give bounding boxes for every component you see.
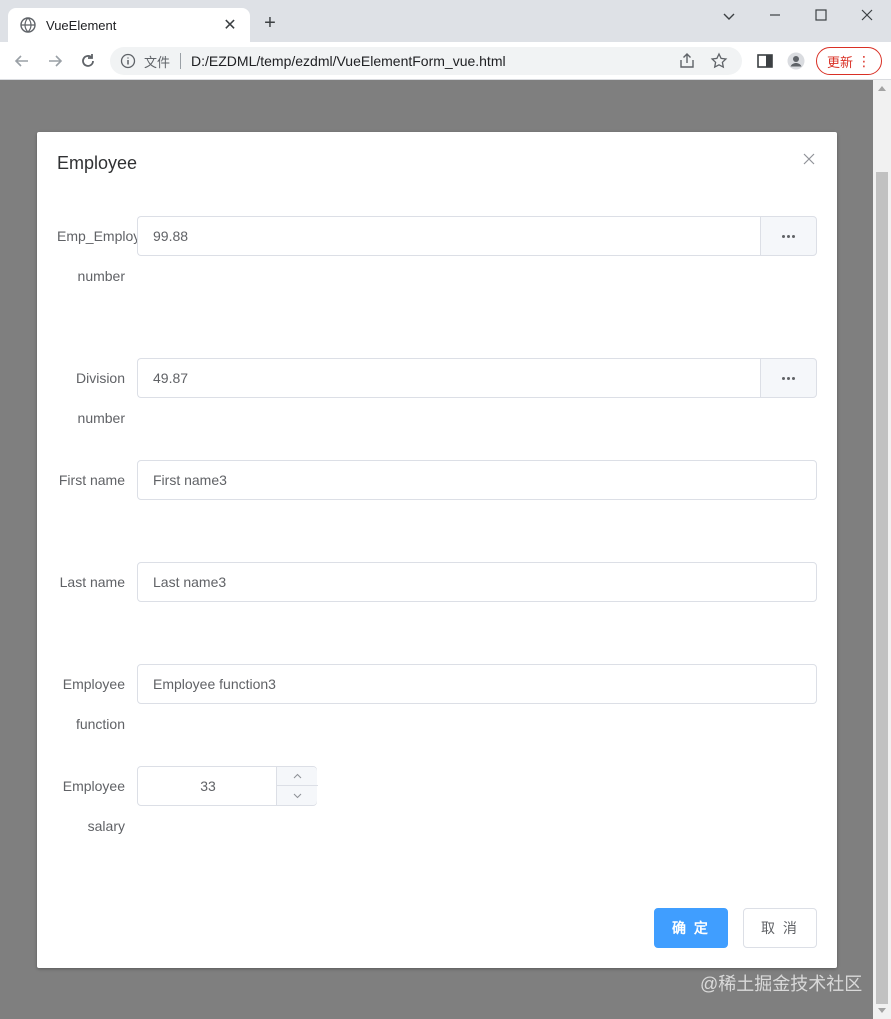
back-icon[interactable] xyxy=(12,51,32,71)
stepper-controls xyxy=(276,767,318,805)
watermark: @稀土掘金技术社区 xyxy=(700,974,863,994)
scrollbar-thumb[interactable] xyxy=(876,172,888,1004)
page-scrollbar[interactable] xyxy=(873,80,891,1019)
scroll-up-arrow-icon[interactable] xyxy=(878,86,886,91)
browser-toolbar: 文件 D:/EZDML/temp/ezdml/VueElementForm_vu… xyxy=(0,42,891,80)
globe-icon xyxy=(20,17,36,33)
decrease-button[interactable] xyxy=(277,786,318,805)
url-text[interactable]: D:/EZDML/temp/ezdml/VueElementForm_vue.h… xyxy=(191,53,678,69)
employee-dialog: Employee Emp_Employee number 99.88 Divis… xyxy=(37,132,837,968)
field-label: Employee function xyxy=(62,676,125,732)
more-horizontal-icon xyxy=(782,376,795,380)
scroll-down-arrow-icon[interactable] xyxy=(878,1008,886,1013)
last-name-input[interactable]: Last name3 xyxy=(137,562,817,602)
minimize-icon[interactable] xyxy=(764,6,786,26)
division-number-lookup-button[interactable] xyxy=(760,358,817,398)
profile-avatar-icon[interactable] xyxy=(787,52,805,70)
close-tab-icon[interactable]: ✕ xyxy=(222,15,238,35)
star-icon[interactable] xyxy=(710,52,728,70)
confirm-button[interactable]: 确 定 xyxy=(654,908,728,948)
update-button[interactable]: 更新 ⋮ xyxy=(816,47,882,75)
division-number-input[interactable]: 49.87 xyxy=(137,358,760,398)
scheme-label: 文件 xyxy=(144,54,171,70)
chevron-down-icon xyxy=(293,793,302,798)
omnibox-divider xyxy=(180,53,182,69)
close-icon[interactable] xyxy=(803,153,815,165)
field-label: First name xyxy=(58,472,125,488)
update-label: 更新 xyxy=(827,54,854,70)
reload-icon[interactable] xyxy=(78,51,98,71)
cancel-button[interactable]: 取 消 xyxy=(743,908,817,948)
close-window-icon[interactable] xyxy=(856,6,878,26)
employee-function-input[interactable]: Employee function3 xyxy=(137,664,817,704)
first-name-input[interactable]: First name3 xyxy=(137,460,817,500)
employee-salary-value[interactable]: 33 xyxy=(138,767,278,805)
chevron-down-icon[interactable] xyxy=(718,6,740,26)
employee-salary-stepper[interactable]: 33 xyxy=(137,766,318,806)
browser-tab[interactable]: VueElement ✕ xyxy=(8,8,250,42)
field-label: Emp_Employee number xyxy=(57,228,156,284)
tab-title: VueElement xyxy=(46,17,117,33)
field-label: Employee salary xyxy=(62,778,125,834)
emp-employee-number-input[interactable]: 99.88 xyxy=(137,216,760,256)
emp-employee-number-lookup-button[interactable] xyxy=(760,216,817,256)
field-label: Division number xyxy=(75,370,125,426)
maximize-icon[interactable] xyxy=(810,6,832,26)
address-bar[interactable]: 文件 D:/EZDML/temp/ezdml/VueElementForm_vu… xyxy=(110,47,742,75)
dialog-title: Employee xyxy=(57,153,138,173)
field-label: Last name xyxy=(59,574,125,590)
side-panel-icon[interactable] xyxy=(756,52,774,70)
info-icon[interactable] xyxy=(120,53,136,69)
increase-button[interactable] xyxy=(277,767,318,786)
more-menu-icon[interactable]: ⋮ xyxy=(857,53,871,69)
browser-tab-strip: VueElement ✕ + xyxy=(0,0,891,42)
forward-icon[interactable] xyxy=(45,51,65,71)
new-tab-icon[interactable]: + xyxy=(260,13,280,33)
chevron-up-icon xyxy=(293,773,302,779)
more-horizontal-icon xyxy=(782,234,795,238)
share-icon[interactable] xyxy=(678,52,696,70)
